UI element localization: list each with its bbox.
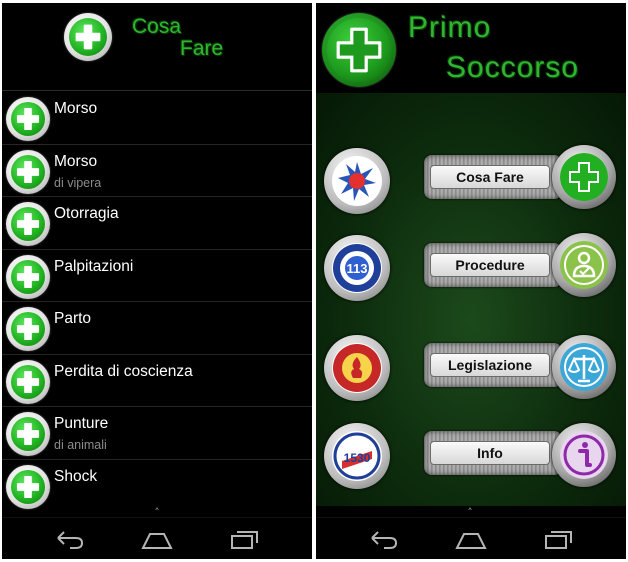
info-icon[interactable] [552, 423, 616, 487]
overflow-menu-icon[interactable] [300, 530, 304, 546]
vigili-del-fuoco-emblem[interactable] [324, 335, 390, 401]
113-police-emblem[interactable]: 113 [324, 235, 390, 301]
menu-button-label: Cosa Fare [430, 165, 550, 189]
primo-soccorso-screen: Primo Soccorso Cosa Fare 113 Procedure L… [316, 3, 626, 559]
list-item-subtitle: di animali [54, 438, 107, 452]
list-item-title: Morso [54, 100, 98, 117]
recents-icon[interactable] [542, 528, 576, 550]
menu-button-label: Info [430, 441, 550, 465]
screen-header: Cosa Fare [2, 3, 312, 91]
list-item[interactable]: Morso di vipera [2, 145, 312, 197]
page-title: Primo [408, 11, 492, 44]
list-item-title: Palpitazioni [54, 257, 134, 275]
list-item[interactable]: Morso [2, 92, 312, 145]
green-cross-icon [6, 307, 50, 351]
svg-text:1530: 1530 [344, 451, 371, 465]
list-item[interactable]: Palpitazioni [2, 250, 312, 302]
back-icon[interactable] [52, 528, 86, 550]
list-item-title: Otorragia [54, 205, 119, 222]
home-icon[interactable] [454, 528, 488, 550]
navigation-bar [316, 517, 626, 559]
green-cross-icon [6, 202, 50, 246]
list-item[interactable]: Parto [2, 302, 312, 355]
info-button[interactable]: Info [424, 431, 562, 475]
green-cross-icon [6, 359, 50, 404]
page-title-second-line: Soccorso [446, 51, 580, 84]
recents-icon[interactable] [228, 528, 262, 550]
list-item-title: Morso [54, 152, 98, 170]
main-menu: Cosa Fare 113 Procedure Legislazione 153… [316, 93, 626, 506]
list-item-subtitle: di vipera [54, 175, 102, 190]
menu-button-label: Legislazione [430, 353, 550, 377]
list-item[interactable]: Punture di animali [2, 407, 312, 460]
list-item[interactable]: Shock [2, 460, 312, 513]
list-item[interactable]: Perdita di coscienza [2, 355, 312, 407]
1530-coast-guard-emblem[interactable]: 1530 [324, 423, 390, 489]
menu-button-label: Procedure [430, 253, 550, 277]
navigation-bar [2, 517, 312, 559]
scales-of-justice-icon[interactable] [552, 335, 616, 399]
green-cross-icon [322, 13, 396, 87]
list-item[interactable]: Otorragia [2, 197, 312, 250]
green-cross-icon [6, 149, 50, 194]
procedure-person-icon[interactable] [552, 233, 616, 297]
back-icon[interactable] [366, 528, 400, 550]
cosa-fare-screen: Cosa Fare Morso Morso di vipera Otorragi… [2, 3, 312, 559]
green-cross-icon [6, 464, 50, 509]
cosa-fare-button[interactable]: Cosa Fare [424, 155, 562, 199]
topic-list: Morso Morso di vipera Otorragia Palpitaz… [2, 92, 312, 512]
page-title-second-line: Fare [180, 37, 224, 60]
procedure-button[interactable]: Procedure [424, 243, 562, 287]
svg-text:113: 113 [347, 261, 368, 276]
list-item-title: Shock [54, 467, 98, 485]
page-title: Cosa [132, 15, 182, 38]
legislazione-button[interactable]: Legislazione [424, 343, 562, 387]
overflow-menu-icon[interactable] [614, 530, 618, 546]
list-item-title: Punture [54, 415, 109, 432]
green-cross-icon [6, 254, 50, 299]
home-icon[interactable] [140, 528, 174, 550]
green-cross-icon [6, 97, 50, 141]
green-cross-icon [64, 13, 112, 61]
screen-header: Primo Soccorso [316, 3, 626, 93]
118-emergency-emblem[interactable] [324, 148, 390, 214]
green-cross-icon[interactable] [552, 145, 616, 209]
list-item-title: Parto [54, 310, 92, 327]
green-cross-icon [6, 412, 50, 456]
list-item-title: Perdita di coscienza [54, 362, 193, 380]
